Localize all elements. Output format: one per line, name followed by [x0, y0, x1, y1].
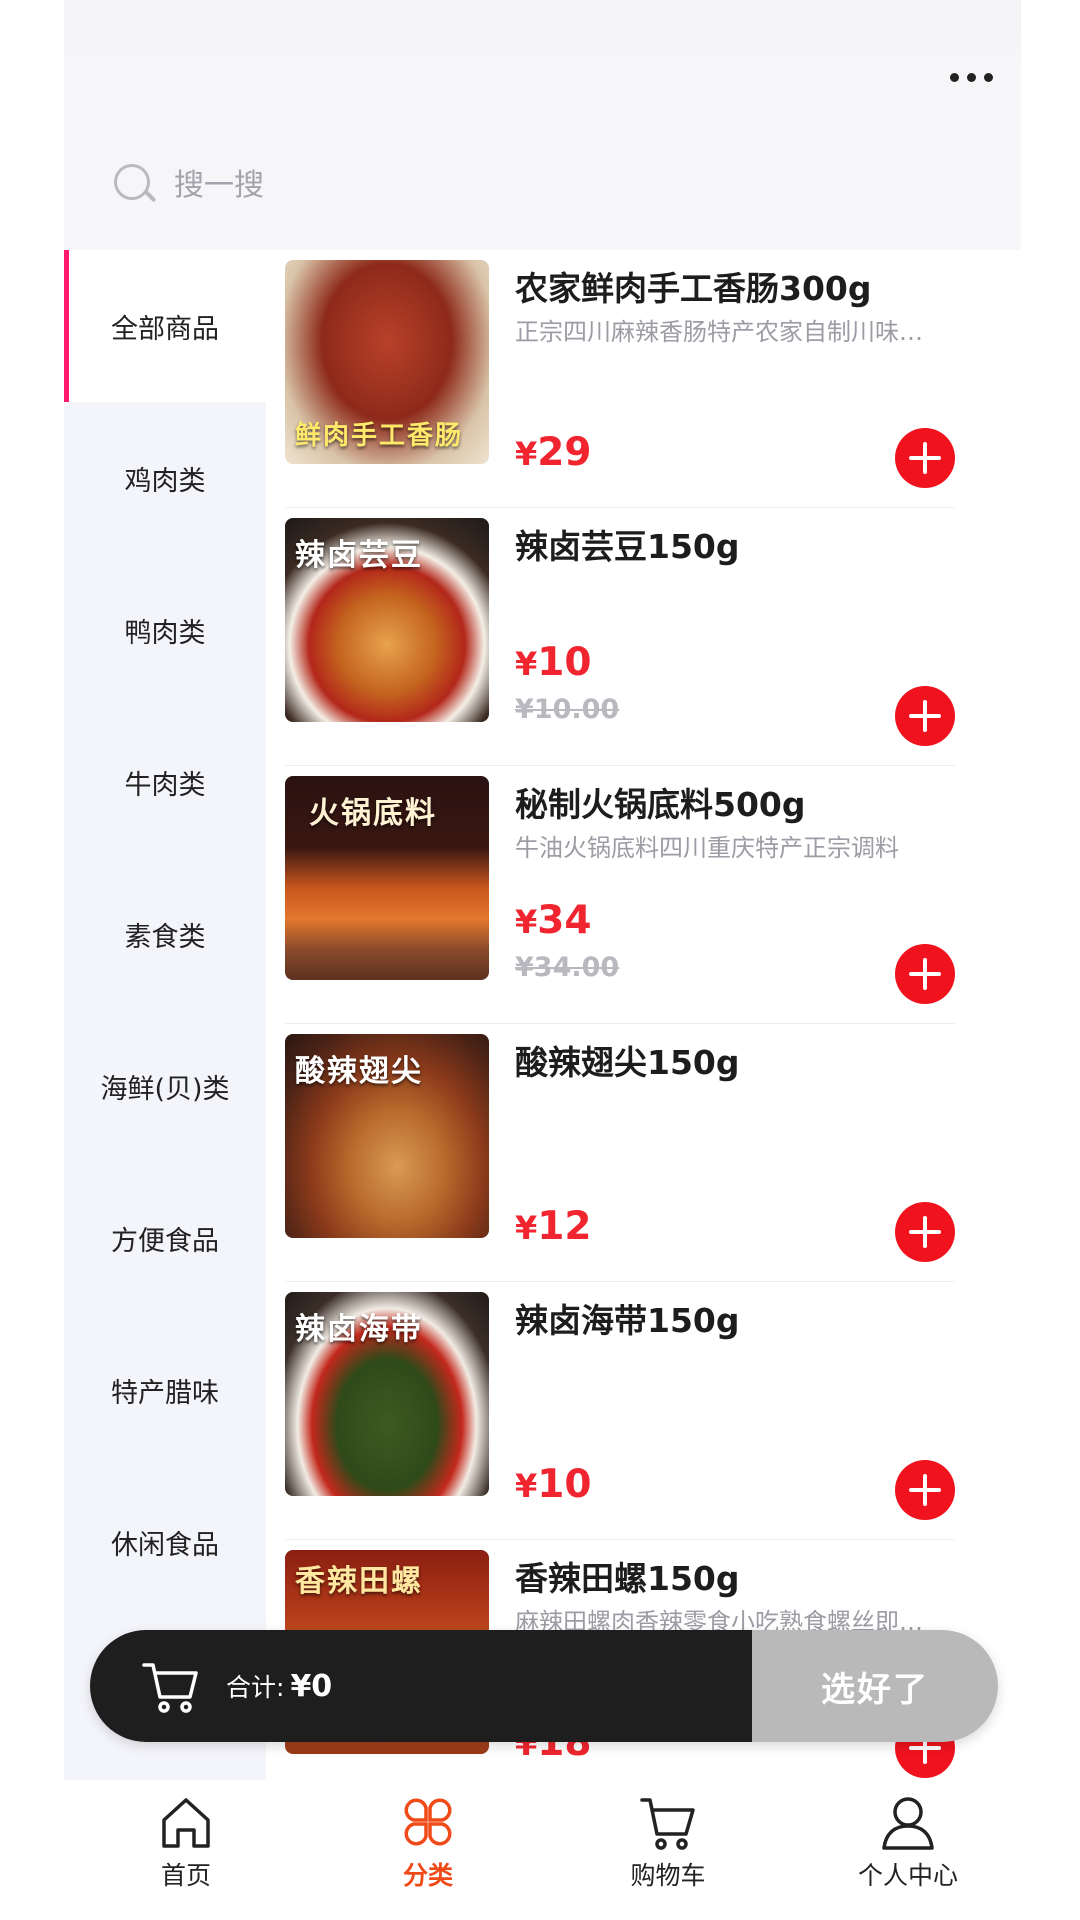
product-price: ¥10	[515, 640, 592, 685]
home-icon	[162, 1798, 210, 1848]
tab-home[interactable]: 首页	[106, 1780, 266, 1920]
product-name: 农家鲜肉手工香肠300g	[515, 269, 872, 308]
product-name: 香辣田螺150g	[515, 1559, 740, 1598]
bottom-tab-bar: 首页 分类 购物车 个人中心	[0, 1780, 1080, 1920]
category-icon	[404, 1798, 452, 1846]
tab-label: 购物车	[630, 1861, 706, 1890]
add-to-cart-button[interactable]	[895, 1202, 955, 1262]
header	[64, 0, 1021, 250]
sidebar-item-chicken[interactable]: 鸡肉类	[64, 402, 266, 554]
tab-label: 个人中心	[857, 1861, 958, 1890]
tab-profile[interactable]: 个人中心	[828, 1780, 988, 1920]
search-input[interactable]	[174, 167, 474, 203]
product-price: ¥10	[515, 1462, 592, 1507]
product-image-caption: 火锅底料	[309, 796, 437, 831]
product-image[interactable]: 辣卤芸豆	[285, 518, 489, 722]
product-name: 辣卤芸豆150g	[515, 527, 740, 566]
tab-label: 首页	[160, 1861, 211, 1890]
product-name: 秘制火锅底料500g	[515, 785, 806, 824]
sidebar-item-label: 鸡肉类	[124, 465, 206, 497]
cart-summary[interactable]: 合计: ¥0	[90, 1630, 752, 1742]
product-price: ¥29	[515, 430, 592, 475]
search-icon	[112, 162, 158, 208]
product-name: 酸辣翅尖150g	[515, 1043, 740, 1082]
tab-cart[interactable]: 购物车	[588, 1780, 748, 1920]
cart-icon[interactable]	[140, 1655, 202, 1717]
user-icon	[882, 1797, 934, 1850]
cart-total-label: 合计:	[226, 1673, 285, 1702]
cart-bar: 合计: ¥0 选好了	[90, 1630, 998, 1742]
cart-total-value: ¥0	[290, 1668, 333, 1704]
sidebar-item-beef[interactable]: 牛肉类	[64, 706, 266, 858]
tab-label: 分类	[402, 1861, 453, 1890]
tab-category[interactable]: 分类	[348, 1780, 508, 1920]
sidebar-item-cured-meat[interactable]: 特产腊味	[64, 1314, 266, 1466]
product-item[interactable]: 酸辣翅尖 酸辣翅尖150g ¥12	[285, 1024, 955, 1282]
add-to-cart-button[interactable]	[895, 686, 955, 746]
product-item[interactable]: 鲜肉手工香肠 农家鲜肉手工香肠300g 正宗四川麻辣香肠特产农家自制川味… ¥2…	[285, 250, 955, 508]
product-item[interactable]: 辣卤海带 辣卤海带150g ¥10	[285, 1282, 955, 1540]
product-price: ¥12	[515, 1204, 592, 1249]
sidebar-item-label: 素食类	[124, 921, 206, 953]
sidebar-item-duck[interactable]: 鸭肉类	[64, 554, 266, 706]
add-to-cart-button[interactable]	[895, 1460, 955, 1520]
product-image-caption: 辣卤芸豆	[295, 538, 423, 573]
product-item[interactable]: 火锅底料 秘制火锅底料500g 牛油火锅底料四川重庆特产正宗调料 ¥34 ¥34…	[285, 766, 955, 1024]
add-to-cart-button[interactable]	[895, 428, 955, 488]
sidebar-item-vegetarian[interactable]: 素食类	[64, 858, 266, 1010]
sidebar-item-all[interactable]: 全部商品	[64, 250, 266, 402]
sidebar-item-label: 鸭肉类	[124, 617, 206, 649]
sidebar-item-label: 特产腊味	[111, 1377, 219, 1409]
product-name: 辣卤海带150g	[515, 1301, 740, 1340]
product-image[interactable]: 辣卤海带	[285, 1292, 489, 1496]
product-image-caption: 鲜肉手工香肠	[295, 421, 464, 451]
product-image[interactable]: 火锅底料	[285, 776, 489, 980]
product-image-caption: 辣卤海带	[295, 1312, 423, 1347]
sidebar-item-label: 海鲜(贝)类	[100, 1073, 230, 1105]
product-original-price: ¥10.00	[515, 694, 620, 725]
product-description: 正宗四川麻辣香肠特产农家自制川味…	[515, 318, 923, 346]
sidebar-item-seafood[interactable]: 海鲜(贝)类	[64, 1010, 266, 1162]
product-image[interactable]: 酸辣翅尖	[285, 1034, 489, 1238]
product-list[interactable]: 鲜肉手工香肠 农家鲜肉手工香肠300g 正宗四川麻辣香肠特产农家自制川味… ¥2…	[285, 250, 975, 1780]
sidebar-item-label: 牛肉类	[124, 769, 206, 801]
product-original-price: ¥34.00	[515, 952, 620, 983]
sidebar-item-label: 全部商品	[111, 313, 219, 345]
sidebar-item-instant-food[interactable]: 方便食品	[64, 1162, 266, 1314]
add-to-cart-button[interactable]	[895, 944, 955, 1004]
product-price: ¥34	[515, 898, 592, 943]
product-image-caption: 酸辣翅尖	[295, 1054, 423, 1089]
more-dots-icon[interactable]	[941, 62, 1001, 92]
checkout-button[interactable]: 选好了	[752, 1630, 998, 1742]
cart-icon	[640, 1798, 695, 1850]
category-sidebar: 全部商品 鸡肉类 鸭肉类 牛肉类 素食类 海鲜(贝)类 方便食品 特产腊味 休闲…	[64, 250, 266, 1780]
product-image[interactable]: 鲜肉手工香肠	[285, 260, 489, 464]
product-item[interactable]: 辣卤芸豆 辣卤芸豆150g ¥10 ¥10.00	[285, 508, 955, 766]
sidebar-item-label: 休闲食品	[111, 1529, 219, 1561]
sidebar-item-label: 方便食品	[111, 1225, 219, 1257]
search-bar[interactable]	[112, 160, 612, 210]
product-image-caption: 香辣田螺	[295, 1564, 423, 1599]
product-description: 牛油火锅底料四川重庆特产正宗调料	[515, 834, 899, 862]
sidebar-item-snacks[interactable]: 休闲食品	[64, 1466, 266, 1618]
